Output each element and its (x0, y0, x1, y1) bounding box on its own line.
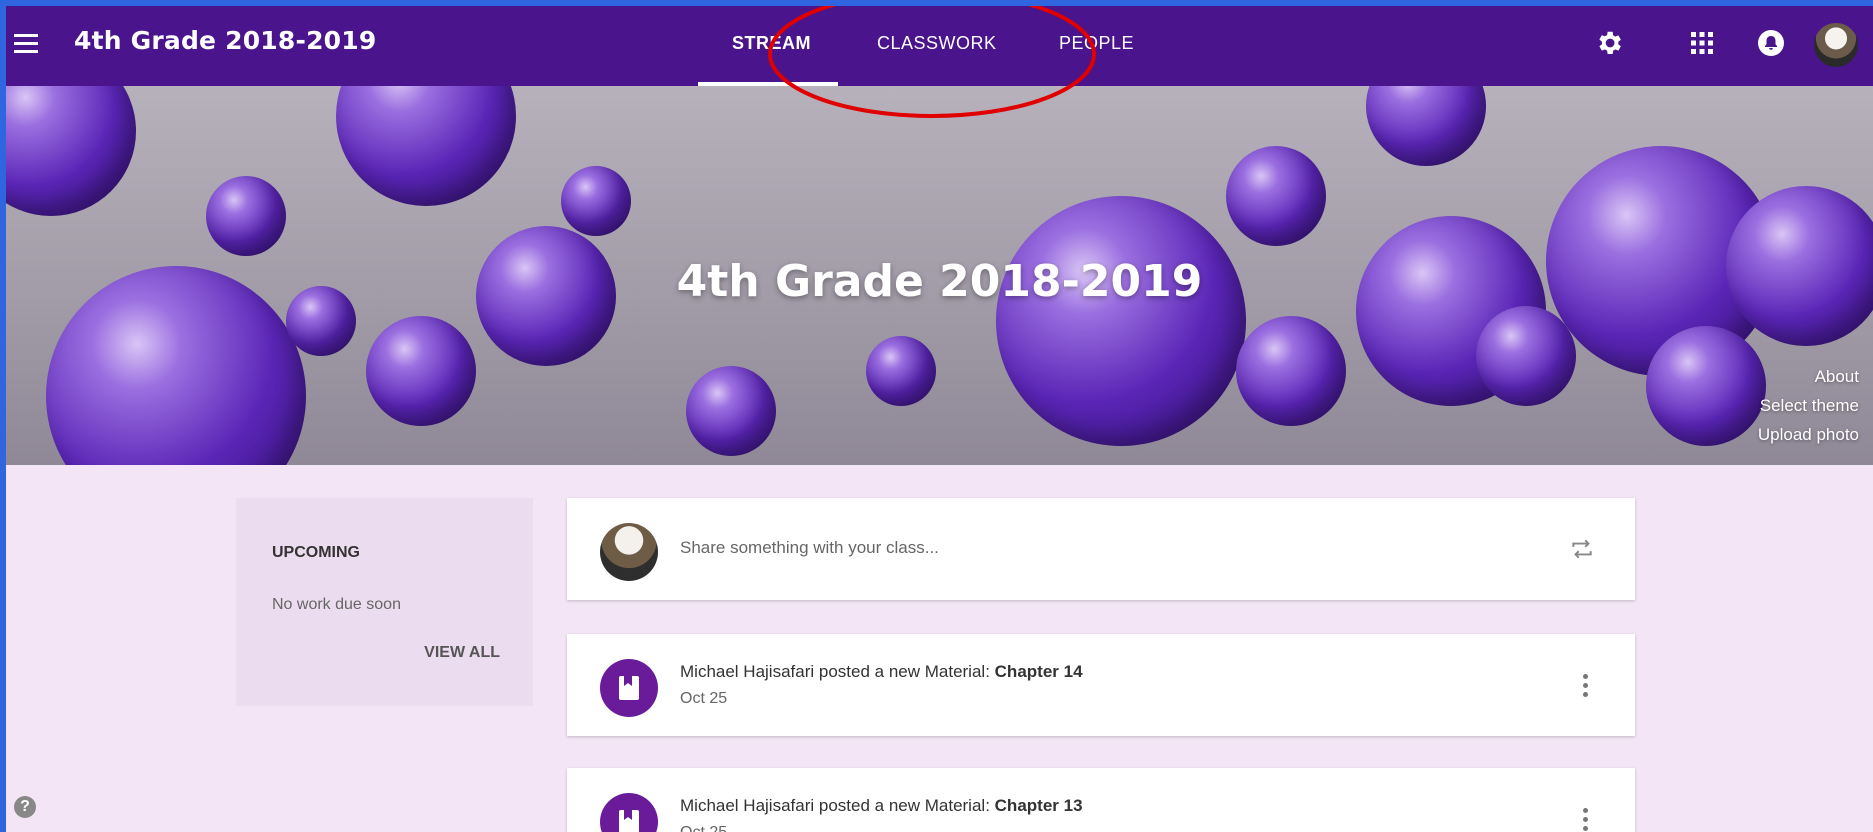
no-work-text: No work due soon (272, 596, 401, 613)
class-title[interactable]: 4th Grade 2018-2019 (74, 26, 376, 55)
banner-title: 4th Grade 2018-2019 (676, 256, 1203, 307)
material-badge (600, 659, 658, 717)
avatar (600, 523, 658, 581)
more-options-icon[interactable] (1583, 674, 1589, 701)
menu-icon[interactable] (14, 34, 38, 54)
share-input[interactable]: Share something with your class... (680, 538, 939, 558)
notifications-bell-icon[interactable] (1757, 29, 1785, 57)
share-box[interactable]: Share something with your class... (567, 498, 1635, 600)
banner-orb (206, 176, 286, 256)
post-text: Michael Hajisafari posted a new Material… (680, 796, 1083, 815)
post-text: Michael Hajisafari posted a new Material… (680, 662, 1083, 681)
banner-orb (996, 196, 1246, 446)
post-date: Oct 25 (680, 690, 728, 707)
post-title[interactable]: Chapter 13 (995, 796, 1083, 815)
classroom-app: 4th Grade 2018-2019 STREAM CLASSWORK PEO… (6, 6, 1873, 832)
post-title[interactable]: Chapter 14 (995, 662, 1083, 681)
tab-classwork[interactable]: CLASSWORK (877, 33, 997, 54)
material-book-icon (619, 676, 639, 700)
apps-grid-icon[interactable] (1690, 31, 1714, 55)
tab-stream[interactable]: STREAM (732, 33, 811, 54)
banner-orb (866, 336, 936, 406)
more-options-icon[interactable] (1583, 808, 1589, 832)
banner-links: About Select theme Upload photo (1758, 362, 1859, 449)
banner-orb (336, 86, 516, 206)
repost-icon[interactable] (1569, 536, 1595, 562)
banner-orb (366, 316, 476, 426)
upload-photo-link[interactable]: Upload photo (1758, 420, 1859, 449)
top-app-bar: 4th Grade 2018-2019 STREAM CLASSWORK PEO… (6, 6, 1873, 86)
user-avatar[interactable] (1814, 23, 1858, 67)
class-banner: 4th Grade 2018-2019 About Select theme U… (6, 86, 1873, 465)
gear-icon[interactable] (1594, 28, 1624, 58)
help-icon[interactable]: ? (14, 796, 36, 818)
material-badge (600, 793, 658, 832)
select-theme-link[interactable]: Select theme (1758, 391, 1859, 420)
post-date: Oct 25 (680, 824, 727, 832)
banner-orb (1646, 326, 1766, 446)
banner-orb (561, 166, 631, 236)
about-link[interactable]: About (1758, 362, 1859, 391)
banner-orb (1236, 316, 1346, 426)
stream-post[interactable]: Michael Hajisafari posted a new Material… (567, 768, 1635, 832)
material-book-icon (619, 810, 639, 832)
banner-orb (1366, 86, 1486, 166)
upcoming-heading: UPCOMING (272, 544, 360, 561)
view-all-button[interactable]: VIEW ALL (424, 644, 500, 662)
upcoming-panel: UPCOMING No work due soon VIEW ALL (236, 498, 533, 706)
stream-post[interactable]: Michael Hajisafari posted a new Material… (567, 634, 1635, 736)
banner-orb (1476, 306, 1576, 406)
banner-orb (686, 366, 776, 456)
tab-people[interactable]: PEOPLE (1059, 33, 1134, 54)
banner-orb (6, 86, 136, 216)
banner-orb (1226, 146, 1326, 246)
